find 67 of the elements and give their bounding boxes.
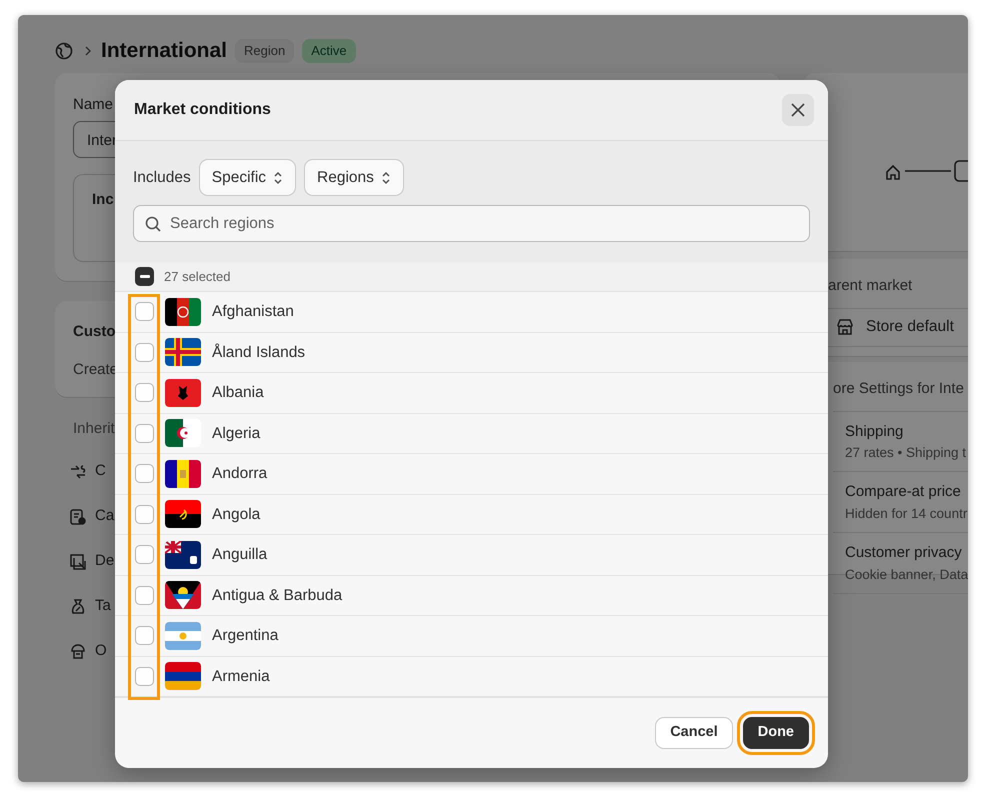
region-name: Antigua & Barbuda bbox=[212, 586, 342, 606]
settings-item[interactable]: Ta bbox=[95, 595, 111, 618]
select-dropdown[interactable]: Specific bbox=[198, 159, 296, 196]
page-title: International bbox=[101, 38, 228, 64]
status-tag: Region bbox=[235, 39, 294, 63]
dialog-title: Market conditions bbox=[134, 100, 271, 120]
region-name: Åland Islands bbox=[212, 342, 306, 363]
flag-icon bbox=[165, 540, 201, 569]
checkbox[interactable] bbox=[135, 424, 154, 443]
region-name: Anguilla bbox=[212, 545, 268, 566]
search-field[interactable]: Search regions bbox=[133, 205, 810, 242]
up-down-chevron-icon bbox=[273, 170, 284, 186]
currency-exchange-icon bbox=[69, 462, 87, 480]
chevron-right-icon bbox=[83, 45, 93, 57]
setting-detail: Cookie banner, Data bbox=[845, 566, 968, 584]
select-all-checkbox[interactable] bbox=[135, 267, 154, 286]
region-name: Albania bbox=[212, 383, 264, 404]
search-icon bbox=[145, 216, 161, 232]
window-icon bbox=[69, 552, 87, 570]
flag-icon bbox=[165, 581, 201, 610]
region-name: Argentina bbox=[212, 626, 278, 646]
checkbox[interactable] bbox=[135, 666, 154, 686]
document-icon bbox=[69, 508, 87, 526]
setting-title[interactable]: Customer privacy bbox=[845, 542, 968, 564]
settings-item[interactable]: Ca bbox=[95, 505, 114, 528]
region-name: Andorra bbox=[212, 464, 268, 484]
region-name: Algeria bbox=[212, 424, 260, 444]
up-down-chevron-icon bbox=[380, 170, 391, 186]
flag-icon bbox=[165, 500, 201, 528]
checkbox[interactable] bbox=[135, 626, 154, 646]
setting-detail: Hidden for 14 countr bbox=[845, 504, 968, 523]
field-label: Name bbox=[73, 95, 114, 115]
flag-icon bbox=[165, 298, 201, 326]
card-title: Custo bbox=[73, 322, 116, 342]
flag-icon bbox=[165, 622, 201, 650]
money-bag-icon bbox=[69, 598, 87, 616]
settings-item[interactable]: C bbox=[95, 460, 106, 483]
selection-count: 27 selected bbox=[164, 268, 230, 286]
region-name: Afghanistan bbox=[212, 302, 294, 322]
settings-item[interactable]: De bbox=[95, 550, 114, 573]
checkbox[interactable] bbox=[135, 383, 154, 402]
status-tag: Active bbox=[302, 39, 356, 63]
close-button[interactable] bbox=[782, 94, 814, 126]
globe-icon bbox=[55, 41, 75, 61]
cancel-button[interactable]: Cancel bbox=[655, 717, 733, 749]
flag-icon bbox=[165, 460, 201, 488]
section-label: Inherit bbox=[73, 420, 115, 437]
flag-icon bbox=[165, 662, 201, 690]
flag-icon bbox=[165, 378, 201, 407]
checkbox[interactable] bbox=[135, 342, 154, 362]
checkbox[interactable] bbox=[135, 504, 154, 524]
select-dropdown[interactable]: Regions bbox=[304, 159, 404, 196]
region-name: Armenia bbox=[212, 666, 270, 687]
settings-item[interactable]: O bbox=[95, 640, 107, 663]
checkbox[interactable] bbox=[135, 464, 154, 484]
field-label: Includes bbox=[133, 168, 191, 188]
setting-title[interactable]: Shipping bbox=[845, 420, 968, 443]
flag-icon bbox=[165, 338, 201, 366]
setting-title[interactable]: Compare-at price bbox=[845, 481, 968, 504]
region-name: Angola bbox=[212, 504, 260, 525]
checkbox[interactable] bbox=[135, 302, 154, 322]
close-icon bbox=[791, 103, 805, 117]
section-title: ore Settings for Inte bbox=[833, 378, 968, 412]
checkbox[interactable] bbox=[135, 586, 154, 605]
setting-detail: 27 rates • Shipping t bbox=[845, 444, 968, 462]
checkbox[interactable] bbox=[135, 545, 154, 564]
flag-icon bbox=[165, 419, 201, 448]
